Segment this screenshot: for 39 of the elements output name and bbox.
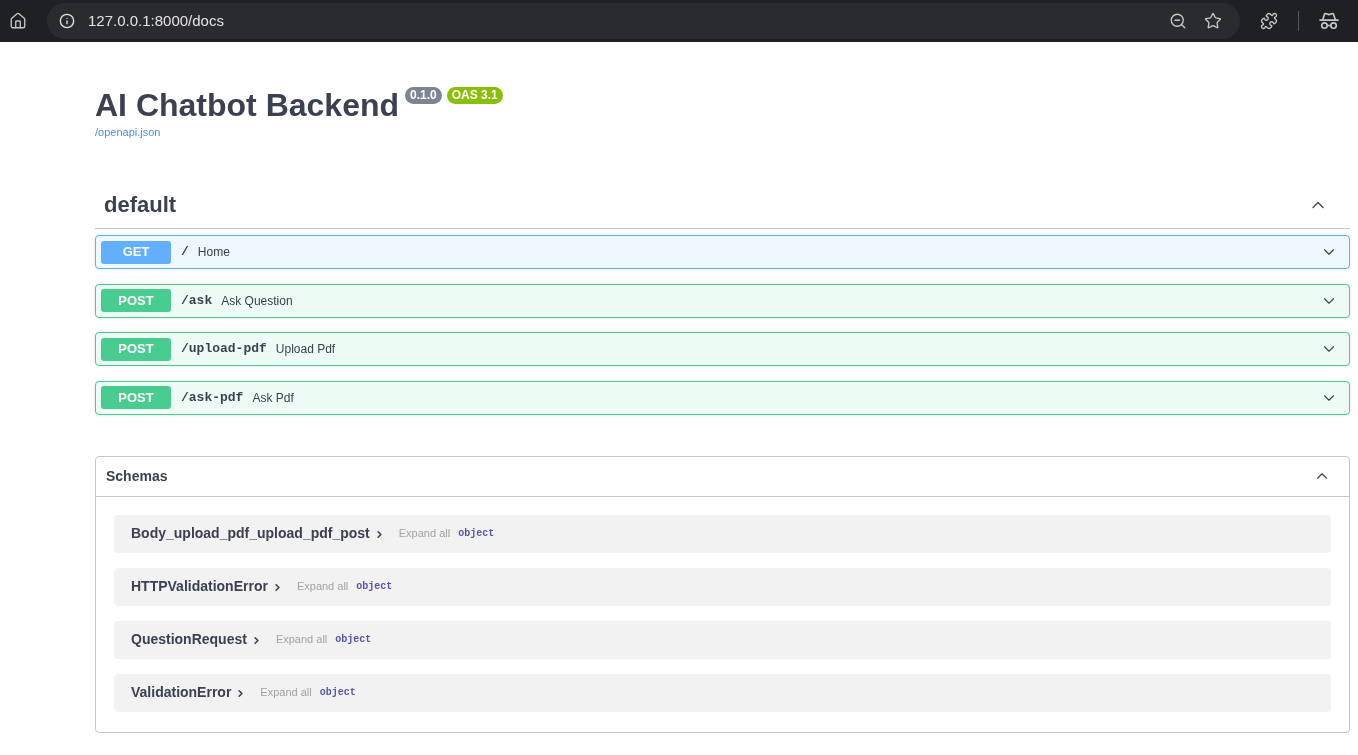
model-row[interactable]: QuestionRequest Expand all object	[114, 620, 1331, 659]
summary-text: Home	[197, 244, 230, 261]
operation-row[interactable]: POST /ask-pdf Ask Pdf	[95, 380, 1350, 415]
method-label: POST	[101, 337, 171, 361]
model-name: HTTPValidationError	[131, 577, 268, 596]
model-row[interactable]: HTTPValidationError Expand all object	[114, 567, 1331, 606]
type-label: object	[335, 633, 372, 647]
api-title: AI Chatbot Backend	[95, 86, 400, 124]
summary-text: Ask Question	[221, 292, 293, 310]
hat-glasses-icon[interactable]	[1319, 12, 1339, 30]
url-text[interactable]: 127.0.0.1:8000/docs	[88, 9, 224, 33]
path-text: /	[181, 243, 189, 262]
type-label: object	[458, 527, 495, 541]
version-badge: 0.1.0	[405, 87, 442, 104]
summary-text: Ask Pdf	[252, 389, 294, 407]
model-row[interactable]: ValidationError Expand all object	[114, 673, 1331, 712]
method-label: GET	[101, 240, 171, 264]
model-row[interactable]: Body_upload_pdf_upload_pdf_post Expand all object	[114, 514, 1331, 553]
summary-text: Upload Pdf	[275, 341, 336, 358]
puzzle-icon[interactable]	[1260, 12, 1278, 30]
model-name: QuestionRequest	[131, 630, 247, 649]
model-name: ValidationError	[131, 683, 232, 702]
operation-row[interactable]: POST /ask Ask Question	[95, 283, 1350, 318]
path-text: /ask-pdf	[181, 388, 244, 407]
method-label: POST	[101, 289, 171, 312]
schemas-title: Schemas	[106, 466, 168, 486]
tag-title: default	[104, 191, 177, 219]
operation-row[interactable]: POST /upload-pdf Upload Pdf	[95, 332, 1350, 366]
model-name: Body_upload_pdf_upload_pdf_post	[131, 524, 370, 543]
info-icon[interactable]	[59, 13, 75, 29]
type-label: object	[319, 686, 356, 700]
oas-badge: OAS 3.1	[446, 87, 503, 104]
path-text: /ask	[181, 291, 213, 310]
star-icon[interactable]	[1204, 12, 1222, 30]
zoom-out-icon[interactable]	[1169, 12, 1187, 30]
home-icon[interactable]	[9, 12, 27, 30]
method-label: POST	[101, 386, 171, 409]
type-label: object	[356, 580, 393, 594]
path-text: /upload-pdf	[181, 340, 267, 359]
